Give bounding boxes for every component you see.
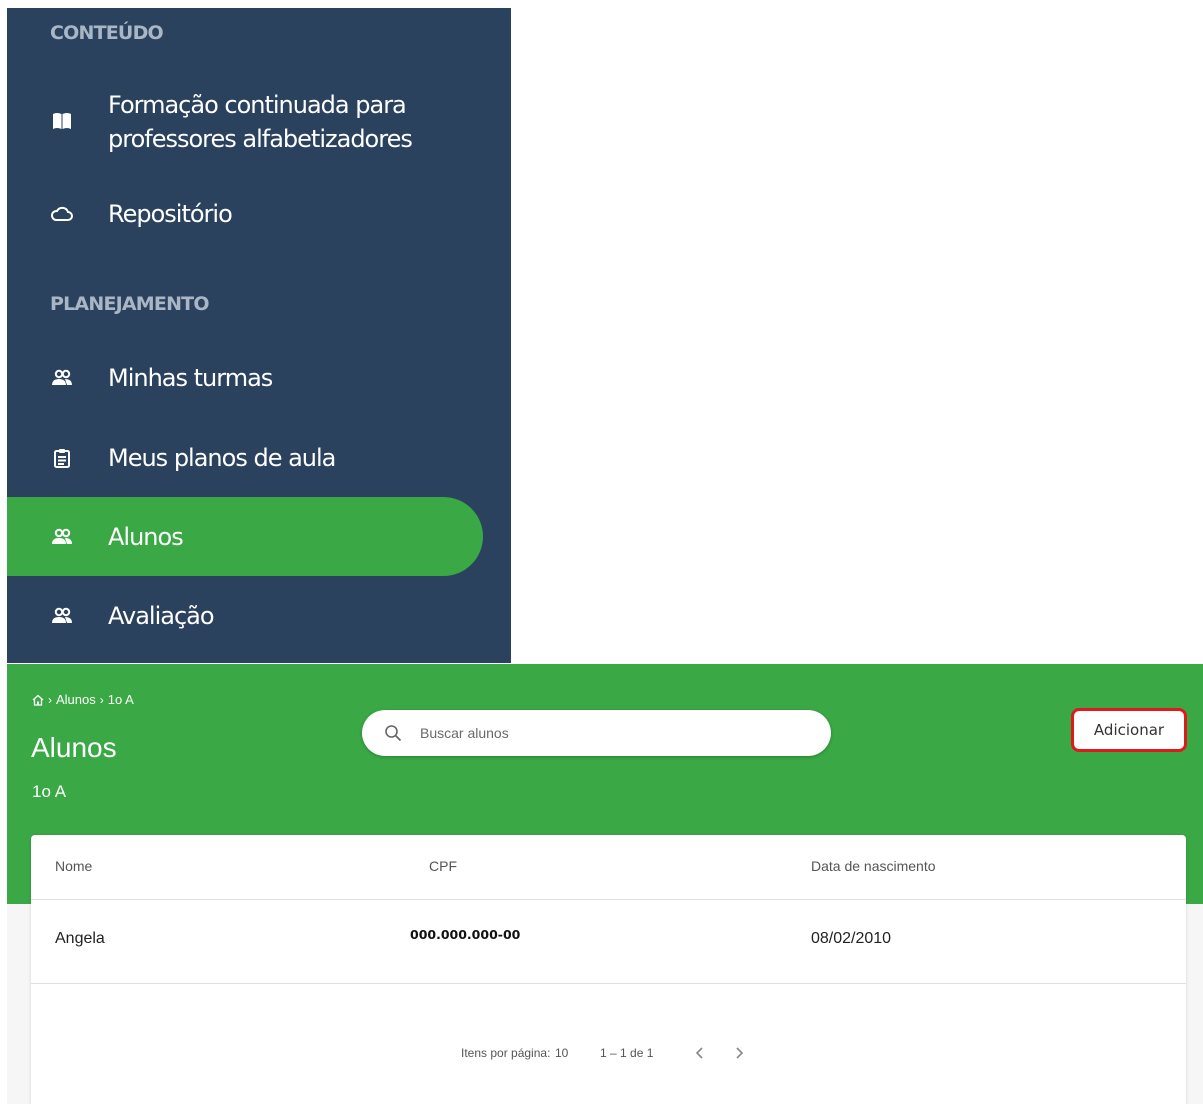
people-icon [51,367,73,389]
breadcrumb-item-alunos[interactable]: Alunos [56,692,96,707]
table-header: Nome CPF Data de nascimento [31,835,1186,900]
section-title-planejamento: PLANEJAMENTO [50,293,210,315]
chevron-left-icon [695,1047,703,1059]
cloud-icon [51,203,73,225]
search-input[interactable] [418,724,802,742]
breadcrumb-item-turma[interactable]: 1o A [108,692,134,707]
sidebar-item-label: Meus planos de aula [108,444,336,472]
chevron-right-icon [736,1047,744,1059]
next-page-button[interactable] [729,1043,749,1063]
search-box[interactable] [362,710,831,756]
sidebar-item-label: Formação continuada para professores alf… [108,88,413,156]
students-table: Nome CPF Data de nascimento Angela 000.0… [31,835,1186,1104]
add-button[interactable]: Adicionar [1071,708,1187,752]
items-per-page-label: Itens por página: [461,1046,551,1060]
clipboard-icon [51,447,73,469]
breadcrumb: › Alunos › 1o A [32,692,134,707]
cell-data-nascimento: 08/02/2010 [811,930,892,947]
search-icon [384,724,402,742]
sidebar-item-avaliacao[interactable]: Avaliação [7,596,483,636]
sidebar-item-label: Repositório [108,200,233,228]
sidebar-item-minhas-turmas[interactable]: Minhas turmas [7,358,483,398]
chevron-right-icon: › [99,692,104,707]
book-icon [51,110,73,132]
sidebar-item-label: Alunos [108,523,184,551]
sidebar-item-label-line1: Formação continuada para [108,91,407,119]
cell-nome: Angela [55,930,105,947]
sidebar-item-repositorio[interactable]: Repositório [7,194,483,234]
sidebar-item-label: Avaliação [108,602,215,630]
column-header-cpf[interactable]: CPF [429,858,457,874]
main-panel: › Alunos › 1o A Alunos 1o A Adicionar No… [7,664,1203,1104]
range-label: 1 – 1 de 1 [600,1046,654,1060]
page-subtitle: 1o A [32,782,67,801]
page-title: Alunos [31,732,117,763]
column-header-nome[interactable]: Nome [55,858,92,874]
chevron-right-icon: › [48,692,52,707]
people-icon [51,526,73,548]
cell-cpf: 000.000.000-00 [410,927,521,942]
sidebar-item-meus-planos[interactable]: Meus planos de aula [7,438,483,478]
sidebar-item-label: Minhas turmas [108,364,273,392]
paginator: Itens por página: 10 1 – 1 de 1 [31,1041,1186,1071]
sidebar-item-label-line2: professores alfabetizadores [108,125,413,153]
previous-page-button[interactable] [690,1043,710,1063]
section-title-conteudo: CONTEÚDO [50,22,164,44]
people-icon [51,605,73,627]
sidebar-item-formacao[interactable]: Formação continuada para professores alf… [7,86,483,156]
table-row[interactable]: Angela 000.000.000-00 08/02/2010 [31,900,1186,984]
sidebar: CONTEÚDO Formação continuada para profes… [7,8,511,663]
home-icon[interactable] [32,694,44,706]
sidebar-item-alunos[interactable]: Alunos [7,497,483,576]
column-header-data-nascimento[interactable]: Data de nascimento [811,858,936,874]
items-per-page-select[interactable]: 10 [555,1046,568,1060]
